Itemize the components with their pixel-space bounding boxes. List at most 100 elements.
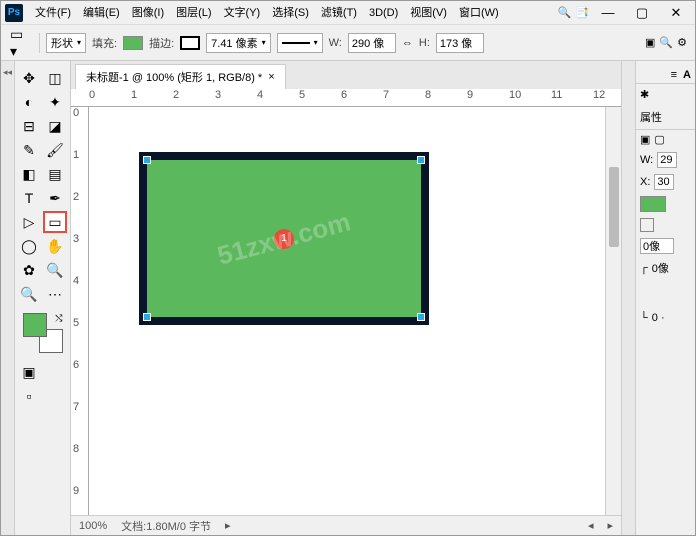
corner-bl-icon[interactable]: └	[640, 312, 648, 324]
scroll-right-icon[interactable]: ▸	[607, 519, 613, 532]
eyedropper-tool[interactable]: ✎	[17, 139, 41, 161]
maximize-button[interactable]: ▢	[627, 2, 657, 24]
handle-top-right[interactable]	[417, 156, 425, 164]
menu-edit[interactable]: 编辑(E)	[77, 2, 126, 24]
ruler-tick: 3	[71, 233, 88, 275]
align-icon[interactable]: ▣	[645, 36, 655, 49]
rectangle-tool[interactable]: ▭	[43, 211, 67, 233]
swap-colors-icon[interactable]: ⤭	[55, 313, 62, 324]
ellipse-tool[interactable]: ◯	[17, 235, 41, 257]
stroke-width-input[interactable]: 7.41 像素 ▾	[206, 33, 270, 53]
ruler-tick: 6	[341, 89, 383, 106]
scrollbar-thumb[interactable]	[609, 167, 619, 247]
foreground-swatch[interactable]	[23, 313, 47, 337]
prop-x-input[interactable]	[654, 174, 674, 190]
search-opt-icon[interactable]: 🔍	[659, 36, 673, 49]
gear-icon[interactable]: ⚙	[677, 36, 687, 49]
menu-file[interactable]: 文件(F)	[29, 2, 77, 24]
ruler-tick: 1	[131, 89, 173, 106]
close-icon[interactable]: ×	[268, 71, 274, 83]
menu-select[interactable]: 选择(S)	[266, 2, 315, 24]
corners-icon[interactable]	[640, 218, 654, 232]
path-tool[interactable]: ▷	[17, 211, 41, 233]
ruler-horizontal: 0123456789101112	[71, 89, 621, 107]
menu-image[interactable]: 图像(I)	[126, 2, 170, 24]
menu-3d[interactable]: 3D(D)	[363, 2, 404, 24]
custom-shape-tool[interactable]: ✿	[17, 259, 41, 281]
move-tool[interactable]: ✥	[17, 67, 41, 89]
ruler-tick: 6	[71, 359, 88, 401]
ruler-tick: 4	[71, 275, 88, 317]
menu-view[interactable]: 视图(V)	[404, 2, 453, 24]
mask-icon[interactable]: ▢	[654, 133, 664, 146]
corner-tl-icon[interactable]: ┌	[640, 262, 648, 274]
cloud-icon[interactable]: 📑	[575, 6, 589, 19]
gradient-tool[interactable]: ▤	[43, 163, 67, 185]
prop-fill-swatch[interactable]	[640, 196, 666, 212]
brush-tool[interactable]: 🖌	[43, 139, 67, 161]
prop-w-input[interactable]	[657, 152, 677, 168]
zoom-tool[interactable]: 🔍	[43, 259, 67, 281]
annotation-marker: 1	[274, 229, 294, 249]
menu-filter[interactable]: 滤镜(T)	[315, 2, 363, 24]
ruler-tick: 12	[593, 89, 621, 106]
marquee-tool[interactable]: ◫	[43, 67, 67, 89]
chevron-right-icon[interactable]: ▸	[225, 519, 231, 532]
status-bar: 100% 文档:1.80M/0 字节 ▸ ◂ ▸	[71, 515, 621, 535]
vertical-scrollbar[interactable]	[605, 107, 621, 515]
paragraph-panel-icon[interactable]: A	[683, 69, 691, 81]
zoom-tool-2[interactable]: 🔍	[17, 283, 41, 305]
ruler-tick: 8	[71, 443, 88, 485]
canvas[interactable]: 1 51zxw.com	[89, 107, 605, 515]
ruler-tick: 4	[257, 89, 299, 106]
shape-mode-select[interactable]: 形状 ▾	[46, 33, 86, 53]
search-icon[interactable]: 🔍	[558, 6, 572, 19]
type-tool[interactable]: T	[17, 187, 41, 209]
minimize-button[interactable]: —	[593, 2, 623, 24]
corner-value: 0像	[652, 260, 669, 276]
stroke-swatch[interactable]	[180, 36, 200, 50]
char-panel-icon[interactable]: ≡	[671, 69, 677, 81]
pen-tool[interactable]: ✒	[43, 187, 67, 209]
properties-panel: ≡ A ✱ 属性 ▣ ▢ W: X: ┌ 0像	[635, 61, 695, 535]
ruler-tick: 3	[215, 89, 257, 106]
corner-radius-input[interactable]	[640, 238, 674, 254]
rectangle-shape[interactable]: 1 51zxw.com	[139, 152, 429, 325]
handle-bottom-right[interactable]	[417, 313, 425, 321]
adjustments-icon[interactable]: ✱	[640, 88, 649, 101]
ruler-tick: 7	[71, 401, 88, 443]
zoom-level[interactable]: 100%	[79, 520, 107, 532]
menu-layer[interactable]: 图层(L)	[170, 2, 217, 24]
hand-tool[interactable]: ✋	[43, 235, 67, 257]
document-tab[interactable]: 未标题-1 @ 100% (矩形 1, RGB/8) * ×	[75, 64, 286, 89]
close-button[interactable]: ✕	[661, 2, 691, 24]
link-icon[interactable]: ⇔	[402, 37, 413, 49]
corner-value-2: 0 ·	[652, 312, 665, 324]
left-gutter: ◂◂	[1, 61, 15, 535]
handle-top-left[interactable]	[143, 156, 151, 164]
menu-type[interactable]: 文字(Y)	[218, 2, 267, 24]
wand-tool[interactable]: ✦	[43, 91, 67, 113]
screenmode-tool[interactable]: ▫	[17, 385, 41, 407]
main-area: ◂◂ ✥◫ ◐✦ ⊟◪ ✎🖌 ◧▤ T✒ ▷▭ ◯✋ ✿🔍 🔍⋯ ⤭ ▣ ▫ 未…	[1, 61, 695, 535]
width-input[interactable]	[348, 33, 396, 53]
scroll-left-icon[interactable]: ◂	[588, 519, 594, 532]
fill-swatch[interactable]	[123, 36, 143, 50]
slice-tool[interactable]: ◪	[43, 115, 67, 137]
menu-window[interactable]: 窗口(W)	[453, 2, 505, 24]
ruler-vertical: 0123456789	[71, 107, 89, 515]
stroke-label: 描边:	[149, 35, 174, 51]
height-input[interactable]	[436, 33, 484, 53]
more-tools[interactable]: ⋯	[43, 283, 67, 305]
ruler-tick: 10	[509, 89, 551, 106]
tool-preset[interactable]: ▭ ▾	[9, 32, 33, 54]
color-swatches[interactable]: ⤭	[23, 313, 63, 353]
quickmask-tool[interactable]: ▣	[17, 361, 41, 383]
stroke-style-select[interactable]: ▾	[277, 33, 323, 53]
eraser-tool[interactable]: ◧	[17, 163, 41, 185]
handle-bottom-left[interactable]	[143, 313, 151, 321]
crop-tool[interactable]: ⊟	[17, 115, 41, 137]
ruler-tick: 0	[71, 107, 88, 149]
chevron-down-icon: ▾	[77, 38, 81, 47]
lasso-tool[interactable]: ◐	[17, 91, 41, 113]
